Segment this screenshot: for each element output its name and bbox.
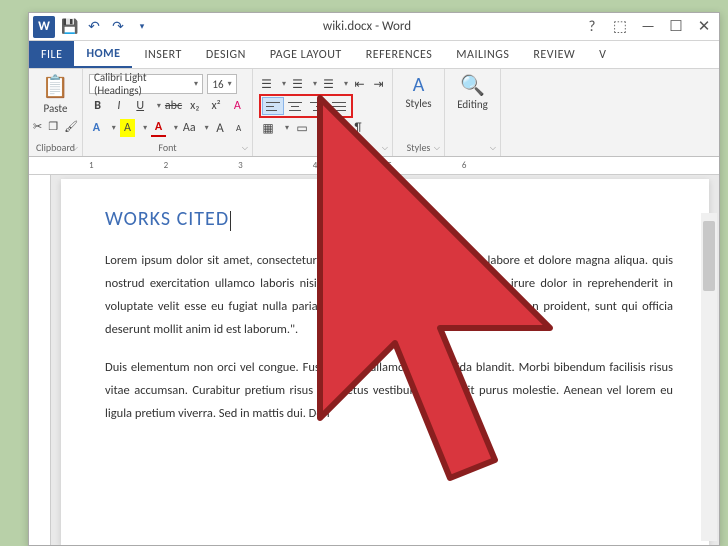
editing-button[interactable]: Editing	[457, 98, 488, 111]
group-label-styles: Styles	[407, 139, 431, 154]
multilevel-icon[interactable]: ☰	[321, 75, 336, 93]
ruler-mark: 6	[462, 160, 467, 171]
ribbon-display-icon[interactable]: ⬚	[609, 16, 631, 38]
document-body-p1[interactable]: Lorem ipsum dolor sit amet, consectetur …	[105, 249, 673, 342]
tab-home[interactable]: HOME	[74, 41, 132, 68]
maximize-icon[interactable]: ☐	[665, 16, 687, 38]
font-color-button[interactable]: A	[151, 119, 166, 137]
styles-button[interactable]: Styles	[405, 97, 431, 110]
ribbon-tabs: FILE HOME INSERT DESIGN PAGE LAYOUT REFE…	[29, 41, 719, 69]
window-title: wiki.docx - Word	[153, 19, 581, 34]
styles-icon[interactable]: A	[413, 73, 425, 97]
borders-icon[interactable]: ▭	[293, 119, 311, 137]
font-name-value: Calibri Light (Headings)	[94, 71, 190, 97]
tab-page-layout[interactable]: PAGE LAYOUT	[258, 41, 354, 68]
align-left-button[interactable]	[262, 97, 284, 115]
tab-mailings[interactable]: MAILINGS	[444, 41, 521, 68]
document-page[interactable]: WORKS CITED Lorem ipsum dolor sit amet, …	[61, 179, 709, 545]
group-label-editing	[471, 139, 473, 154]
shrink-font-icon[interactable]: A	[231, 119, 246, 137]
copy-icon[interactable]: ❐	[48, 120, 58, 133]
ruler-mark: 1	[89, 160, 94, 171]
group-font: Calibri Light (Headings)▾ 16▾ B I U ▾ ab…	[83, 69, 253, 156]
bullets-icon[interactable]: ☰	[259, 75, 274, 93]
ruler-mark: 3	[238, 160, 243, 171]
document-body-p2[interactable]: Duis elementum non orci vel congue. Fusc…	[105, 356, 673, 425]
decrease-indent-icon[interactable]: ⇤	[352, 75, 367, 93]
sort-icon[interactable]: ↕	[327, 119, 345, 137]
undo-icon[interactable]: ↶	[83, 16, 105, 38]
save-icon[interactable]: 💾	[59, 16, 81, 38]
tab-references[interactable]: REFERENCES	[354, 41, 445, 68]
clear-formatting-icon[interactable]: A	[229, 97, 246, 115]
title-bar: W 💾 ↶ ↷ ▾ wiki.docx - Word ? ⬚ — ☐ ✕	[29, 13, 719, 41]
increase-indent-icon[interactable]: ⇥	[371, 75, 386, 93]
highlight-button[interactable]: A	[120, 119, 135, 137]
group-editing: 🔍 Editing	[445, 69, 501, 156]
redo-icon[interactable]: ↷	[107, 16, 129, 38]
ruler-mark: 5	[387, 160, 392, 171]
help-icon[interactable]: ?	[581, 16, 603, 38]
minimize-icon[interactable]: —	[637, 16, 659, 38]
text-effects-button[interactable]: A	[89, 119, 104, 137]
font-name-combo[interactable]: Calibri Light (Headings)▾	[89, 74, 203, 94]
alignment-highlight-box	[259, 94, 353, 118]
underline-button[interactable]: U	[132, 97, 149, 115]
document-heading[interactable]: WORKS CITED	[105, 207, 673, 231]
scrollbar-thumb[interactable]	[703, 221, 715, 291]
paste-button[interactable]: Paste	[44, 102, 68, 115]
shading-icon[interactable]: ▦	[259, 119, 277, 137]
bold-button[interactable]: B	[89, 97, 106, 115]
document-area: WORKS CITED Lorem ipsum dolor sit amet, …	[29, 175, 719, 545]
format-painter-icon[interactable]: 🖌	[64, 120, 78, 133]
word-logo-icon: W	[33, 16, 55, 38]
show-marks-icon[interactable]: ¶	[349, 119, 367, 137]
word-window: W 💾 ↶ ↷ ▾ wiki.docx - Word ? ⬚ — ☐ ✕ FIL…	[28, 12, 720, 546]
paste-icon[interactable]: 📋	[42, 73, 69, 100]
tab-view[interactable]: V	[587, 41, 618, 68]
tab-review[interactable]: REVIEW	[521, 41, 587, 68]
vertical-scrollbar[interactable]	[701, 213, 717, 541]
subscript-button[interactable]: x₂	[186, 97, 203, 115]
ruler-mark: 4	[313, 160, 318, 171]
group-clipboard: 📋 Paste ✂ ❐ 🖌 Clipboard	[29, 69, 83, 156]
group-styles: A Styles Styles	[393, 69, 445, 156]
tab-design[interactable]: DESIGN	[194, 41, 258, 68]
qat-customize-icon[interactable]: ▾	[131, 16, 153, 38]
ruler-mark: 2	[164, 160, 169, 171]
group-label-paragraph: Pa	[259, 139, 386, 154]
superscript-button[interactable]: x²	[207, 97, 224, 115]
close-icon[interactable]: ✕	[693, 16, 715, 38]
align-justify-button[interactable]	[328, 97, 350, 115]
group-label-font: Font	[89, 139, 246, 154]
grow-font-icon[interactable]: A	[213, 119, 228, 137]
tab-insert[interactable]: INSERT	[132, 41, 193, 68]
horizontal-ruler[interactable]: 1 2 3 4 5 6	[29, 157, 719, 175]
find-icon[interactable]: 🔍	[460, 73, 485, 98]
group-label-clipboard: Clipboard	[36, 139, 75, 154]
align-center-button[interactable]	[284, 97, 306, 115]
font-size-value: 16	[212, 78, 223, 91]
text-cursor	[230, 211, 231, 231]
cut-icon[interactable]: ✂	[33, 120, 42, 133]
tab-file[interactable]: FILE	[29, 41, 74, 68]
font-size-combo[interactable]: 16▾	[207, 74, 237, 94]
quick-access-toolbar: 💾 ↶ ↷ ▾	[59, 16, 153, 38]
vertical-ruler[interactable]	[29, 175, 51, 545]
window-controls: ? ⬚ — ☐ ✕	[581, 16, 715, 38]
ribbon: 📋 Paste ✂ ❐ 🖌 Clipboard Calibri Light (H…	[29, 69, 719, 157]
italic-button[interactable]: I	[110, 97, 127, 115]
change-case-button[interactable]: Aa	[182, 119, 197, 137]
heading-text: WORKS CITED	[105, 207, 229, 231]
strikethrough-button[interactable]: abc	[165, 97, 182, 115]
group-paragraph: ☰▾ ☰▾ ☰▾ ⇤ ⇥ ▦▾ ▭▾ ↕ ¶ Pa	[253, 69, 393, 156]
numbering-icon[interactable]: ☰	[290, 75, 305, 93]
align-right-button[interactable]	[306, 97, 328, 115]
